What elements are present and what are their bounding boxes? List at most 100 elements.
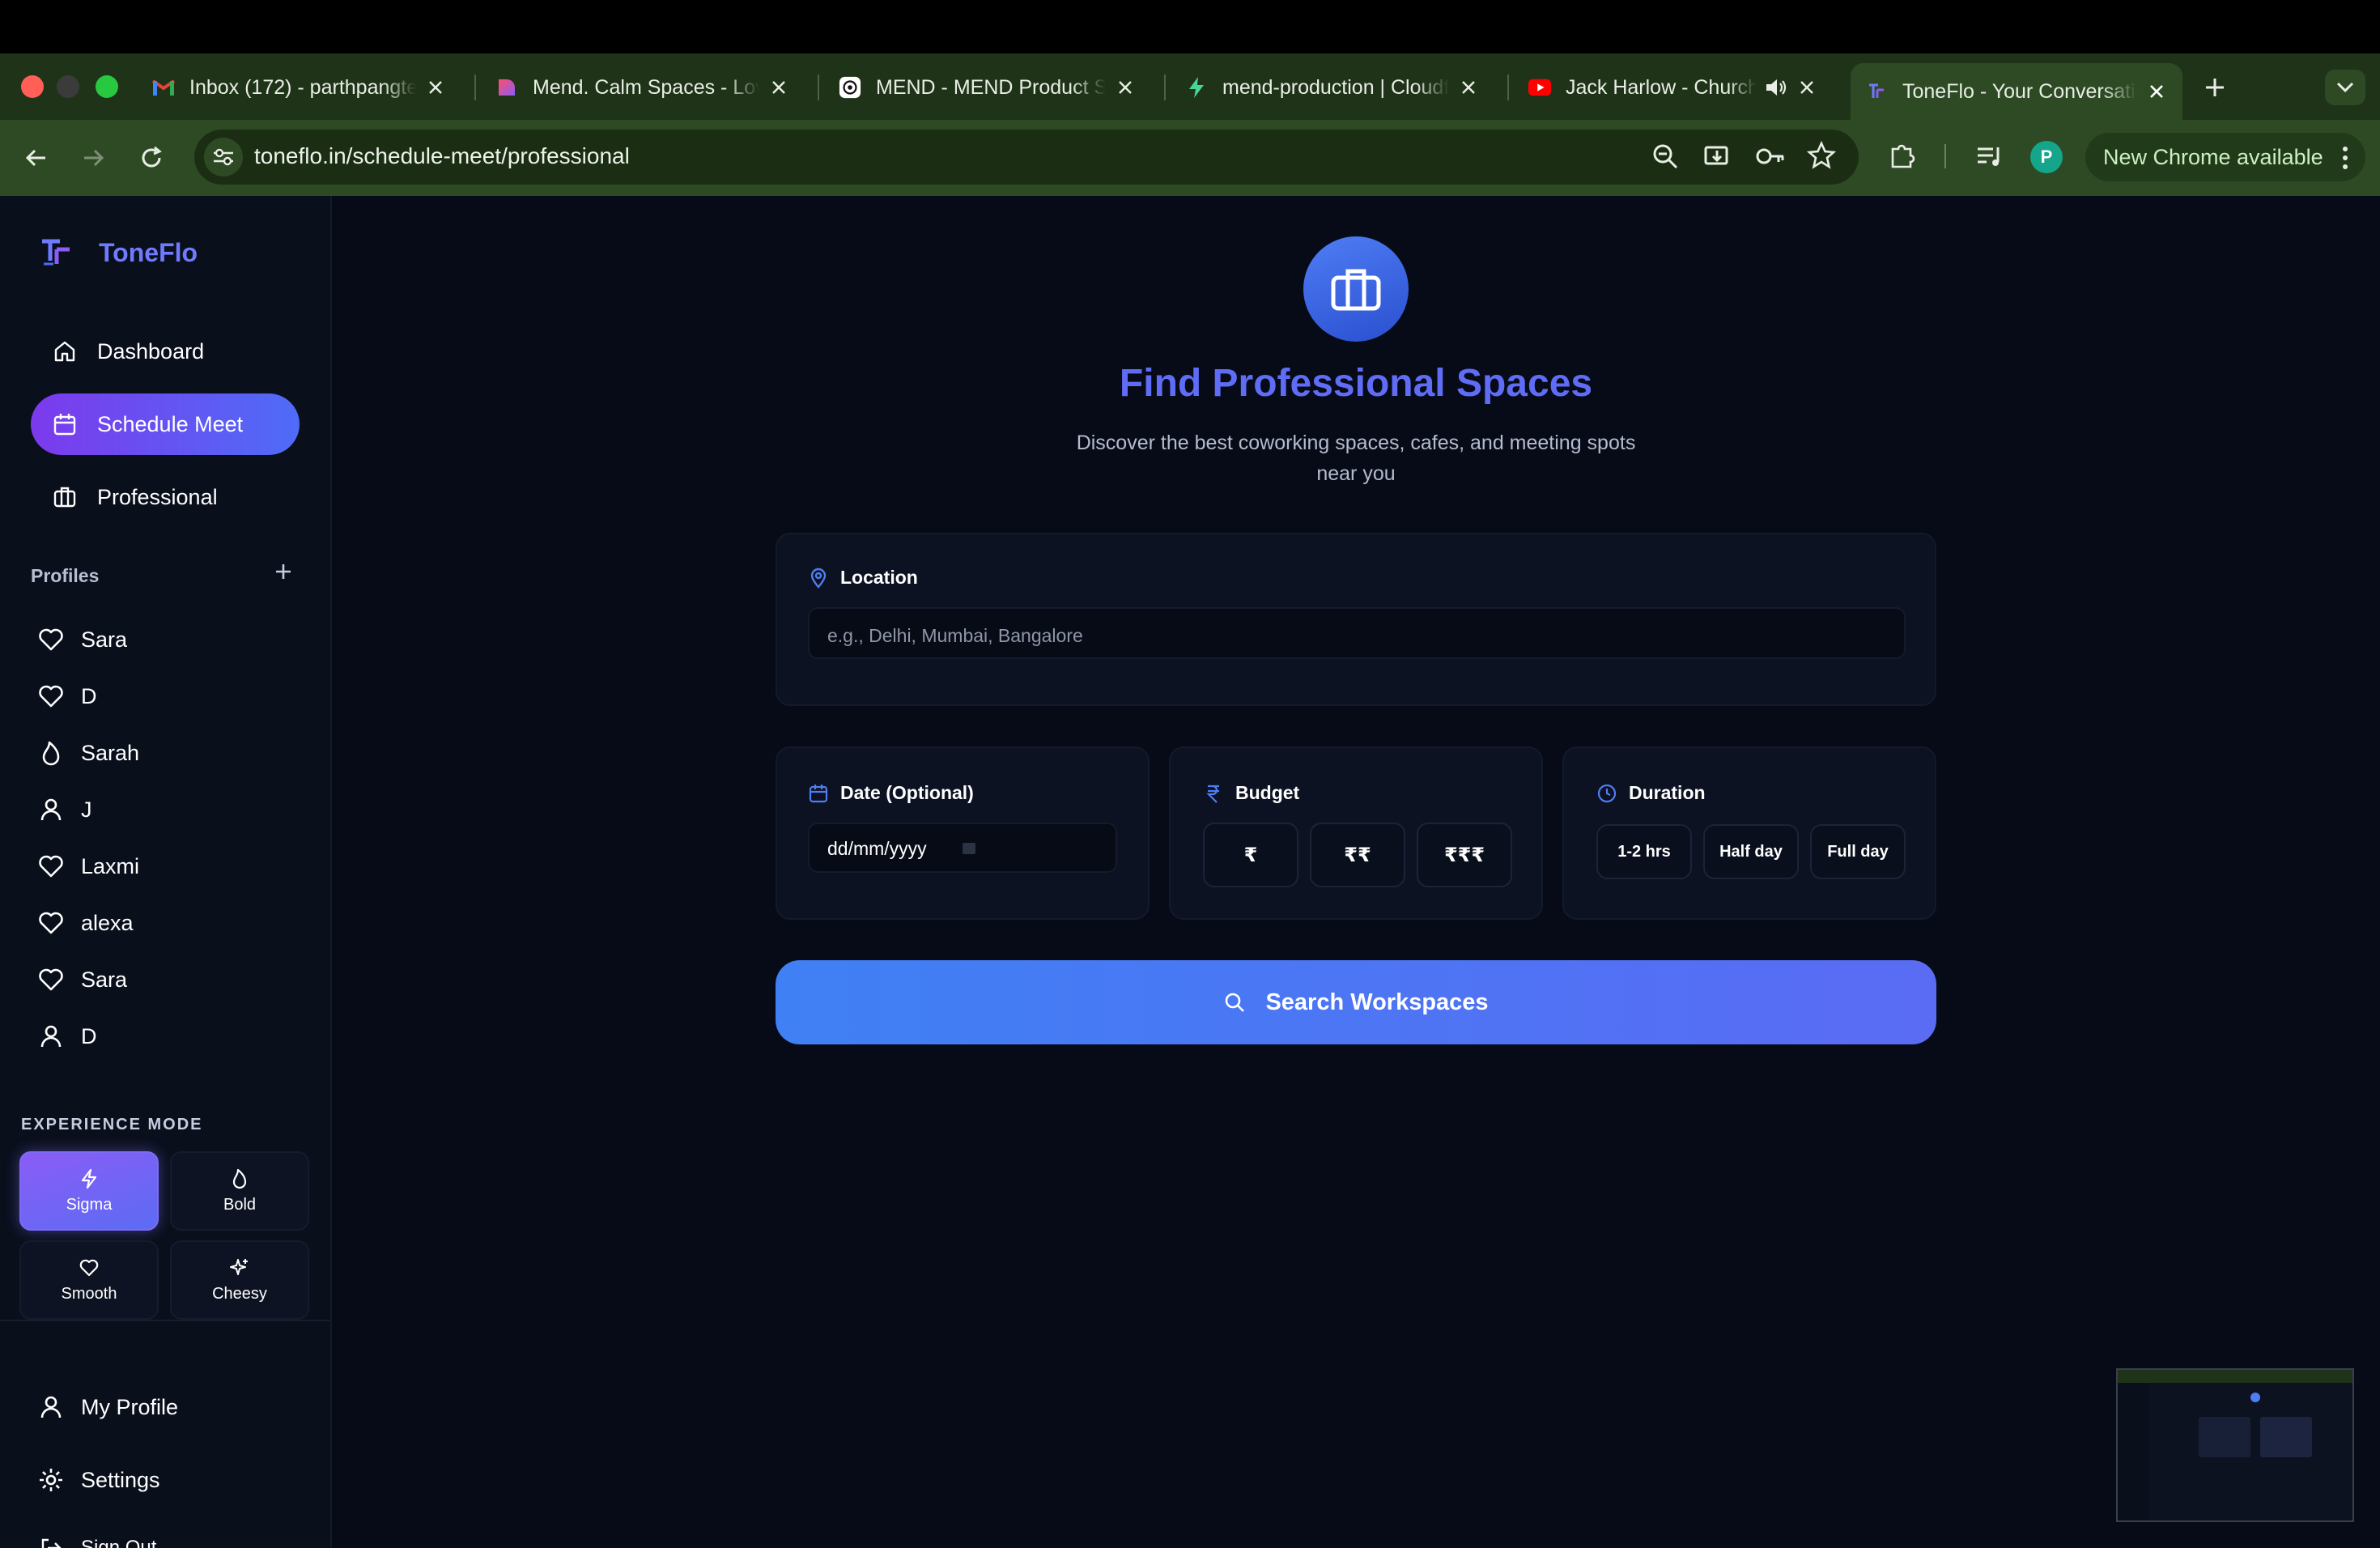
duration-option-half-day[interactable]: Half day xyxy=(1703,824,1799,879)
tab-separator xyxy=(474,74,476,100)
bolt-icon xyxy=(79,1168,100,1189)
brand-name[interactable]: ToneFlo xyxy=(99,238,198,268)
budget-card: Budget ₹ ₹₹ ₹₹₹ xyxy=(1169,746,1543,920)
reload-button[interactable] xyxy=(138,144,165,172)
close-icon[interactable] xyxy=(2145,80,2168,103)
profile-name: Sara xyxy=(81,627,128,652)
sidebar-item-schedule-meet[interactable]: Schedule Meet xyxy=(31,393,300,455)
budget-option-high[interactable]: ₹₹₹ xyxy=(1417,823,1512,887)
close-icon[interactable] xyxy=(1796,76,1818,99)
tab-separator xyxy=(1507,74,1509,100)
site-info-button[interactable] xyxy=(204,138,243,176)
profile-name: J xyxy=(81,797,92,822)
heart-icon xyxy=(37,626,65,653)
bookmark-star-icon[interactable] xyxy=(1807,141,1836,170)
toneflo-icon xyxy=(1865,80,1888,103)
profile-item-sara-2[interactable]: Sara xyxy=(37,962,127,997)
budget-option-low[interactable]: ₹ xyxy=(1203,823,1298,887)
profile-item-d-2[interactable]: D xyxy=(37,1019,97,1054)
profile-item-sarah[interactable]: Sarah xyxy=(37,735,139,771)
browser-tab-gmail[interactable]: Inbox (172) - parthpangtey@gmail.com xyxy=(138,65,461,110)
profile-item-d[interactable]: D xyxy=(37,678,97,714)
flame-icon xyxy=(37,739,65,767)
my-profile-button[interactable]: My Profile xyxy=(37,1389,178,1425)
heart-icon xyxy=(37,853,65,880)
extensions-puzzle-icon[interactable] xyxy=(1888,141,1917,170)
zoom-icon[interactable] xyxy=(1651,142,1679,170)
user-icon xyxy=(37,796,65,823)
media-controls-icon[interactable] xyxy=(1975,142,2004,170)
password-key-icon[interactable] xyxy=(1755,142,1786,170)
close-window-button[interactable] xyxy=(21,75,44,98)
map-pin-icon xyxy=(808,568,829,589)
search-workspaces-button[interactable]: Search Workspaces xyxy=(776,960,1936,1044)
briefcase-icon xyxy=(52,484,78,510)
browser-tab-youtube[interactable]: Jack Harlow - Church xyxy=(1514,65,1838,110)
mode-smooth-button[interactable]: Smooth xyxy=(19,1240,159,1320)
mode-bold-button[interactable]: Bold xyxy=(170,1151,309,1231)
heart-icon xyxy=(79,1257,100,1278)
app-viewport: ToneFlo Dashboard Schedule Meet Professi… xyxy=(0,196,2380,1548)
heart-icon xyxy=(37,966,65,993)
profile-item-j[interactable]: J xyxy=(37,792,92,827)
heart-icon xyxy=(37,909,65,937)
install-app-icon[interactable] xyxy=(1703,142,1731,170)
sidebar: ToneFlo Dashboard Schedule Meet Professi… xyxy=(0,196,332,1548)
duration-option-1-2-hrs[interactable]: 1-2 hrs xyxy=(1596,824,1692,879)
back-button[interactable] xyxy=(23,144,50,172)
reload-icon xyxy=(142,146,162,168)
minimize-window-button[interactable] xyxy=(57,75,79,98)
experience-mode-heading: EXPERIENCE MODE xyxy=(21,1116,203,1133)
mode-cheesy-button[interactable]: Cheesy xyxy=(170,1240,309,1320)
sidebar-item-label: Professional xyxy=(97,484,218,509)
search-workspaces-label: Search Workspaces xyxy=(1265,989,1489,1015)
calendar-picker-icon xyxy=(963,843,975,854)
profile-item-laxmi[interactable]: Laxmi xyxy=(37,848,139,884)
location-input[interactable]: e.g., Delhi, Mumbai, Bangalore xyxy=(808,607,1906,659)
profile-name: alexa xyxy=(81,910,134,935)
close-icon[interactable] xyxy=(1457,76,1480,99)
sidebar-item-professional[interactable]: Professional xyxy=(31,466,300,528)
location-label-text: Location xyxy=(840,567,918,588)
browser-tab-mend-spec[interactable]: MEND - MEND Product Spec xyxy=(824,65,1151,110)
update-label: New Chrome available xyxy=(2103,145,2323,169)
profile-item-alexa[interactable]: alexa xyxy=(37,905,134,941)
tab-search-button[interactable] xyxy=(2325,70,2365,105)
speaker-icon[interactable] xyxy=(1765,76,1787,99)
close-icon[interactable] xyxy=(1114,76,1137,99)
add-profile-button[interactable] xyxy=(272,560,295,583)
clock-icon xyxy=(1596,783,1617,804)
profile-name: D xyxy=(81,1023,97,1048)
duration-option-full-day[interactable]: Full day xyxy=(1810,824,1906,879)
date-input-placeholder: dd/mm/yyyy xyxy=(827,838,927,859)
os-menu-bar xyxy=(0,0,2380,53)
browser-tab-toneflo[interactable]: ToneFlo - Your Conversation xyxy=(1851,63,2182,120)
profile-avatar[interactable]: P xyxy=(2030,141,2063,173)
thumbnail-card xyxy=(2260,1417,2312,1457)
sidebar-item-dashboard[interactable]: Dashboard xyxy=(31,321,300,382)
zoom-window-button[interactable] xyxy=(96,75,118,98)
tab-title: MEND - MEND Product Spec xyxy=(876,75,1106,99)
browser-tab-cloudflare[interactable]: mend-production | Cloudflare xyxy=(1171,65,1494,110)
close-icon[interactable] xyxy=(424,76,447,99)
tab-title: Mend. Calm Spaces - Lovable xyxy=(533,75,759,99)
date-card: Date (Optional) dd/mm/yyyy xyxy=(776,746,1150,920)
toolbar-separator xyxy=(1944,144,1946,168)
new-chrome-available-button[interactable]: New Chrome available xyxy=(2085,133,2365,181)
profile-item-sara[interactable]: Sara xyxy=(37,622,127,657)
home-icon xyxy=(52,338,78,364)
browser-tab-lovable[interactable]: Mend. Calm Spaces - Lovable xyxy=(481,65,805,110)
sign-out-button[interactable]: Sign Out xyxy=(37,1530,156,1548)
new-tab-button[interactable] xyxy=(2202,74,2228,100)
forward-button[interactable] xyxy=(79,144,107,172)
url-text[interactable]: toneflo.in/schedule-meet/professional xyxy=(254,143,630,169)
gear-icon xyxy=(37,1466,65,1494)
chevron-down-icon xyxy=(2336,82,2354,93)
date-input[interactable]: dd/mm/yyyy xyxy=(808,823,1117,873)
close-icon[interactable] xyxy=(767,76,790,99)
mode-sigma-button[interactable]: Sigma xyxy=(19,1151,159,1231)
briefcase-hero-icon xyxy=(1303,236,1409,342)
settings-button[interactable]: Settings xyxy=(37,1462,160,1498)
budget-option-medium[interactable]: ₹₹ xyxy=(1310,823,1405,887)
screen-preview-thumbnail[interactable] xyxy=(2116,1368,2354,1522)
